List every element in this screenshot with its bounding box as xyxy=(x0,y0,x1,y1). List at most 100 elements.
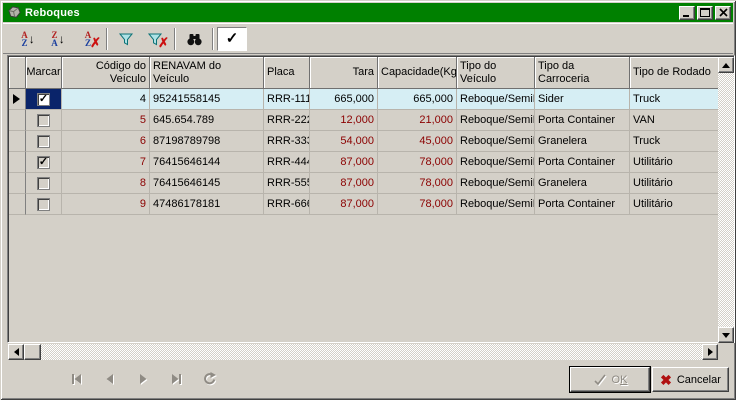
cell-tipo_rodado[interactable]: Truck xyxy=(630,131,718,152)
cell-tipo_carroceria[interactable]: Porta Container xyxy=(535,110,630,131)
clear-filter-button[interactable]: ✗ xyxy=(141,27,171,51)
marcar-checkbox[interactable] xyxy=(37,114,50,127)
table-row[interactable]: ✓ 776415646144RRR-44487,00078,000Reboque/… xyxy=(9,152,718,173)
cell-tipo_rodado[interactable]: Truck xyxy=(630,89,718,110)
cell-tipo_carroceria[interactable]: Granelera xyxy=(535,131,630,152)
cell-capacidade[interactable]: 78,000 xyxy=(378,173,457,194)
marcar-checkbox[interactable] xyxy=(37,135,50,148)
table-row[interactable]: 947486178181RRR-66687,00078,000Reboque/S… xyxy=(9,194,718,215)
maximize-button[interactable] xyxy=(697,6,713,20)
column-header-tara[interactable]: Tara xyxy=(310,57,378,89)
cell-placa[interactable]: RRR-555 xyxy=(264,173,310,194)
column-header-codigo[interactable]: Código do Veículo xyxy=(62,57,150,89)
cell-tara[interactable]: 12,000 xyxy=(310,110,378,131)
column-header-tipo_veiculo[interactable]: Tipo do Veículo xyxy=(457,57,535,89)
cell-capacidade[interactable]: 45,000 xyxy=(378,131,457,152)
horizontal-scrollbar[interactable] xyxy=(8,344,718,360)
cell-codigo[interactable]: 8 xyxy=(62,173,150,194)
cell-capacidade[interactable]: 78,000 xyxy=(378,152,457,173)
sort-ascending-button[interactable]: AZ ↓ xyxy=(13,27,43,51)
cell-marcar[interactable] xyxy=(26,173,62,194)
cell-tipo_veiculo[interactable]: Reboque/SemiF xyxy=(457,173,535,194)
cell-tipo_rodado[interactable]: Utilitário xyxy=(630,194,718,215)
cell-tipo_rodado[interactable]: Utilitário xyxy=(630,173,718,194)
vertical-scroll-track[interactable] xyxy=(718,73,734,327)
confirm-button[interactable]: ✓ xyxy=(217,27,247,51)
cell-tipo_carroceria[interactable]: Porta Container xyxy=(535,152,630,173)
cell-tara[interactable]: 87,000 xyxy=(310,152,378,173)
cell-renavam[interactable]: 76415646145 xyxy=(150,173,264,194)
table-row[interactable]: 876415646145RRR-55587,00078,000Reboque/S… xyxy=(9,173,718,194)
ok-button[interactable]: OK xyxy=(570,367,650,392)
cell-tipo_rodado[interactable]: VAN xyxy=(630,110,718,131)
clear-sort-button[interactable]: AZ ✗ xyxy=(73,27,103,51)
find-button[interactable] xyxy=(179,27,209,51)
cell-placa[interactable]: RRR-333 xyxy=(264,131,310,152)
cell-placa[interactable]: RRR-666 xyxy=(264,194,310,215)
cell-tipo_carroceria[interactable]: Sider xyxy=(535,89,630,110)
cell-placa[interactable]: RRR-111 xyxy=(264,89,310,110)
cell-marcar[interactable] xyxy=(26,110,62,131)
cell-renavam[interactable]: 76415646144 xyxy=(150,152,264,173)
cell-tipo_veiculo[interactable]: Reboque/SemiF xyxy=(457,194,535,215)
cell-renavam[interactable]: 645.654.789 xyxy=(150,110,264,131)
cell-tipo_veiculo[interactable]: Reboque/SemiF xyxy=(457,110,535,131)
close-button[interactable] xyxy=(715,6,731,20)
cell-tara[interactable]: 665,000 xyxy=(310,89,378,110)
cell-placa[interactable]: RRR-444 xyxy=(264,152,310,173)
nav-refresh-button[interactable] xyxy=(196,366,222,392)
minimize-button[interactable] xyxy=(679,6,695,20)
cell-marcar[interactable] xyxy=(26,194,62,215)
marcar-checkbox[interactable]: ✓ xyxy=(37,93,50,106)
nav-prior-button[interactable] xyxy=(97,366,123,392)
nav-first-button[interactable] xyxy=(64,366,90,392)
cell-codigo[interactable]: 4 xyxy=(62,89,150,110)
cell-renavam[interactable]: 87198789798 xyxy=(150,131,264,152)
cell-marcar[interactable]: ✓ xyxy=(26,152,62,173)
cell-capacidade[interactable]: 665,000 xyxy=(378,89,457,110)
cell-tara[interactable]: 87,000 xyxy=(310,194,378,215)
cell-tipo_veiculo[interactable]: Reboque/SemiF xyxy=(457,152,535,173)
nav-last-button[interactable] xyxy=(163,366,189,392)
filter-button[interactable] xyxy=(111,27,141,51)
column-header-tipo_carroceria[interactable]: Tipo da Carroceria xyxy=(535,57,630,89)
marcar-checkbox[interactable] xyxy=(37,198,50,211)
column-header-tipo_rodado[interactable]: Tipo de Rodado xyxy=(630,57,718,89)
cell-tipo_veiculo[interactable]: Reboque/SemiF xyxy=(457,131,535,152)
column-header-marcar[interactable]: Marcar xyxy=(26,57,62,89)
table-row[interactable]: 5645.654.789RRR-22212,00021,000Reboque/S… xyxy=(9,110,718,131)
scroll-right-button[interactable] xyxy=(702,344,718,360)
cell-tipo_veiculo[interactable]: Reboque/SemiF xyxy=(457,89,535,110)
horizontal-scroll-thumb[interactable] xyxy=(24,344,41,360)
cell-renavam[interactable]: 95241558145 xyxy=(150,89,264,110)
column-header-placa[interactable]: Placa xyxy=(264,57,310,89)
cell-codigo[interactable]: 7 xyxy=(62,152,150,173)
cell-capacidade[interactable]: 78,000 xyxy=(378,194,457,215)
horizontal-scroll-track[interactable] xyxy=(41,344,702,360)
marcar-checkbox[interactable]: ✓ xyxy=(37,156,50,169)
vertical-scrollbar[interactable] xyxy=(718,57,734,343)
cell-capacidade[interactable]: 21,000 xyxy=(378,110,457,131)
cell-tara[interactable]: 54,000 xyxy=(310,131,378,152)
cell-tipo_carroceria[interactable]: Porta Container xyxy=(535,194,630,215)
column-header-capacidade[interactable]: Capacidade(Kg) xyxy=(378,57,457,89)
cell-marcar[interactable] xyxy=(26,131,62,152)
cell-tara[interactable]: 87,000 xyxy=(310,173,378,194)
cancel-button[interactable]: ✖ Cancelar xyxy=(652,367,729,392)
cell-codigo[interactable]: 9 xyxy=(62,194,150,215)
cell-renavam[interactable]: 47486178181 xyxy=(150,194,264,215)
cell-codigo[interactable]: 6 xyxy=(62,131,150,152)
table-row[interactable]: 687198789798RRR-33354,00045,000Reboque/S… xyxy=(9,131,718,152)
scroll-down-button[interactable] xyxy=(718,327,734,343)
cell-marcar[interactable]: ✓ xyxy=(26,89,62,110)
scroll-up-button[interactable] xyxy=(718,57,734,73)
scroll-left-button[interactable] xyxy=(8,344,24,360)
titlebar[interactable]: Reboques xyxy=(3,3,733,22)
cell-tipo_carroceria[interactable]: Granelera xyxy=(535,173,630,194)
cell-placa[interactable]: RRR-222 xyxy=(264,110,310,131)
table-row[interactable]: ✓495241558145RRR-111665,000665,000Reboqu… xyxy=(9,89,718,110)
cell-tipo_rodado[interactable]: Utilitário xyxy=(630,152,718,173)
sort-descending-button[interactable]: ZA ↓ xyxy=(43,27,73,51)
marcar-checkbox[interactable] xyxy=(37,177,50,190)
nav-next-button[interactable] xyxy=(130,366,156,392)
